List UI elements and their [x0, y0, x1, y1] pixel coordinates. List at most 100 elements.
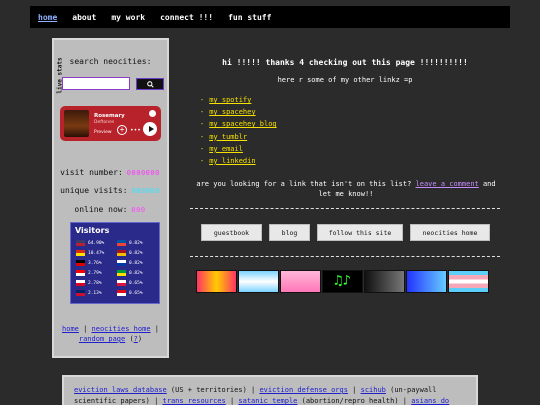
- spacehey-blog-link[interactable]: my spacehey blog: [209, 120, 276, 128]
- spotify-logo-icon: [149, 110, 156, 117]
- music-notes-badge-icon[interactable]: ♫♪: [322, 270, 363, 293]
- country-flag-icon: [76, 260, 85, 266]
- visitor-row: 0.82%: [117, 258, 159, 268]
- badge-image[interactable]: [406, 270, 447, 293]
- more-icon[interactable]: •••: [130, 127, 141, 134]
- email-link[interactable]: my email: [209, 145, 243, 153]
- badge-image[interactable]: [280, 270, 321, 293]
- list-item: - my linkedin: [200, 156, 256, 165]
- tumblr-link[interactable]: my tumblr: [209, 133, 247, 141]
- blog-button[interactable]: blog: [269, 224, 310, 241]
- visitor-percent: 0.82%: [129, 270, 143, 276]
- badge-image[interactable]: [196, 270, 237, 293]
- add-icon[interactable]: +: [117, 125, 127, 135]
- footer-link[interactable]: trans resources: [163, 397, 226, 405]
- visitor-row: 2.13%: [76, 288, 118, 298]
- guestbook-button[interactable]: guestbook: [201, 224, 262, 241]
- country-flag-icon: [117, 270, 126, 276]
- trans-flag-badge[interactable]: [448, 270, 489, 293]
- visitors-title: Visitors: [75, 226, 110, 235]
- nav-fun-stuff[interactable]: fun stuff: [228, 13, 271, 22]
- country-flag-icon: [76, 250, 85, 256]
- list-item: - my email: [200, 144, 243, 153]
- visitors-column-left: 64.90% 10.47% 3.76% 2.79% 2.78% 2.13%: [76, 238, 118, 298]
- visitor-percent: 0.82%: [129, 240, 143, 246]
- visitor-row: 3.76%: [76, 258, 118, 268]
- sidebar-links: home | neocities home | random page (?): [62, 325, 159, 343]
- nav-connect[interactable]: connect !!!: [160, 13, 213, 22]
- online-now-label: online now:: [74, 205, 128, 214]
- random-help-link[interactable]: ?: [134, 335, 138, 343]
- visitor-row: 0.65%: [117, 278, 159, 288]
- greeting-heading: hi !!!!! thanks 4 checking out this page…: [222, 58, 468, 67]
- visitors-widget[interactable]: Visitors 64.90% 10.47% 3.76% 2.79% 2.78% 2.13…: [70, 222, 160, 304]
- spotify-link[interactable]: my spotify: [209, 96, 251, 104]
- resources-box: eviction laws database (US + territories…: [62, 375, 478, 405]
- divider: [190, 208, 500, 209]
- country-flag-icon: [76, 280, 85, 286]
- visitor-row: 0.82%: [117, 238, 159, 248]
- play-button[interactable]: [143, 122, 157, 136]
- list-item: - my tumblr: [200, 132, 248, 141]
- visitor-percent: 64.90%: [88, 240, 105, 246]
- visit-number-row: visit number: 0000000: [54, 168, 167, 177]
- footer-text: (abortion/repro health) |: [297, 397, 412, 405]
- spotify-embed[interactable]: Rosemary Deftones Preview + •••: [60, 106, 161, 141]
- sidebar-neocities-link[interactable]: neocities home: [92, 325, 151, 333]
- visitor-percent: 2.78%: [88, 280, 102, 286]
- country-flag-icon: [117, 280, 126, 286]
- leave-comment-link[interactable]: leave a comment: [416, 180, 479, 188]
- footer-link[interactable]: scihub: [361, 386, 386, 394]
- list-item: - my spacehey: [200, 108, 256, 117]
- track-artist: Deftones: [94, 120, 115, 125]
- unique-visits-counter: 000000: [131, 187, 160, 195]
- footer-link[interactable]: satanic temple: [238, 397, 297, 405]
- nav-my-work[interactable]: my work: [111, 13, 145, 22]
- footer-text: |: [347, 386, 361, 394]
- badge-image[interactable]: [364, 270, 405, 293]
- visitor-percent: 0.82%: [129, 260, 143, 266]
- visitor-percent: 2.13%: [88, 290, 102, 296]
- unique-visits-row: unique visits: 000000: [54, 186, 167, 195]
- unique-visits-label: unique visits:: [60, 186, 128, 195]
- footer-link[interactable]: eviction defense orgs: [259, 386, 348, 394]
- preview-label: Preview: [94, 130, 112, 135]
- random-page-link[interactable]: random page: [79, 335, 125, 343]
- links-intro: here r some of my other linkz =p: [277, 76, 413, 84]
- follow-button[interactable]: follow this site: [317, 224, 403, 241]
- search-input[interactable]: [62, 77, 130, 90]
- spacehey-link[interactable]: my spacehey: [209, 108, 255, 116]
- country-flag-icon: [76, 270, 85, 276]
- visitor-percent: 0.65%: [129, 290, 143, 296]
- visit-number-counter: 0000000: [126, 169, 160, 177]
- visitor-row: 64.90%: [76, 238, 118, 248]
- nav-home[interactable]: home: [38, 13, 57, 22]
- footer-text: (US + territories) |: [166, 386, 260, 394]
- sidebar-home-link[interactable]: home: [62, 325, 79, 333]
- visitor-row: 2.79%: [76, 268, 118, 278]
- visitor-row: 10.47%: [76, 248, 118, 258]
- badge-image[interactable]: [238, 270, 279, 293]
- album-art: [64, 110, 89, 137]
- visitor-row: 0.82%: [117, 248, 159, 258]
- visitor-percent: 0.82%: [129, 250, 143, 256]
- play-icon: [148, 126, 154, 132]
- nav-about[interactable]: about: [72, 13, 96, 22]
- linkedin-link[interactable]: my linkedin: [209, 157, 255, 165]
- country-flag-icon: [76, 240, 85, 246]
- country-flag-icon: [117, 260, 126, 266]
- country-flag-icon: [117, 240, 126, 246]
- country-flag-icon: [117, 250, 126, 256]
- footer-link[interactable]: eviction laws database: [74, 386, 167, 394]
- track-title: Rosemary: [94, 113, 125, 119]
- visitor-percent: 3.76%: [88, 260, 102, 266]
- neocities-home-button[interactable]: neocities home: [410, 224, 490, 241]
- search-icon: [146, 80, 154, 88]
- list-item: - my spotify: [200, 96, 252, 104]
- visitor-percent: 0.65%: [129, 280, 143, 286]
- badge-row: ♫♪: [196, 270, 490, 293]
- visitor-row: 0.65%: [117, 288, 159, 298]
- visitor-row: 0.82%: [117, 268, 159, 278]
- search-button[interactable]: [136, 78, 164, 90]
- visitor-percent: 10.47%: [88, 250, 105, 256]
